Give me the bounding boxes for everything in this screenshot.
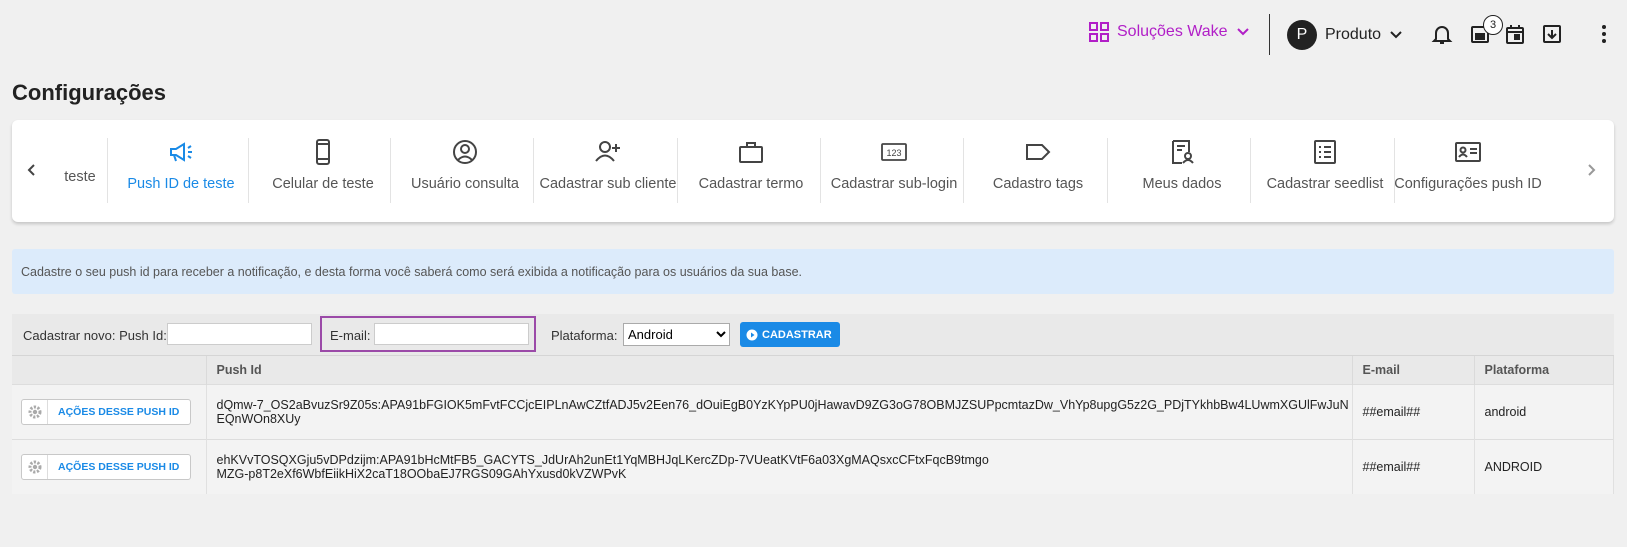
user-circle-icon	[453, 140, 477, 164]
table-row: AÇÕES DESSE PUSH ID ehKVvTOSQXGju5vDPdzi…	[12, 438, 1614, 494]
bell-icon[interactable]	[1431, 23, 1453, 45]
menu-item-label: Configurações push ID	[1394, 176, 1542, 192]
chevron-down-icon	[1236, 28, 1249, 36]
avatar: P	[1287, 20, 1317, 50]
id-card-icon	[1455, 142, 1481, 162]
svg-text:123: 123	[886, 148, 901, 158]
menu-item-meus-dados[interactable]: Meus dados	[1108, 138, 1256, 195]
menu-item-label: Push ID de teste	[127, 176, 235, 192]
email-label: E-mail:	[330, 328, 371, 343]
scroll-right-icon[interactable]	[1580, 158, 1604, 182]
menu-item-label: teste	[64, 169, 96, 185]
plataforma-select[interactable]: Android	[623, 323, 730, 346]
config-menu-card: teste Push ID de teste Celular de teste …	[12, 120, 1614, 222]
push-id-form: Cadastrar novo: Push Id: E-mail: Platafo…	[12, 314, 1614, 356]
numeric-123-icon: 123	[881, 143, 907, 161]
apps-grid-icon	[1089, 22, 1109, 42]
col-push-id-header: Push Id	[206, 356, 1353, 384]
download-icon[interactable]	[1541, 23, 1563, 45]
menu-item-label: Cadastrar sub-login	[830, 176, 958, 192]
menu-item-label: Usuário consulta	[411, 176, 519, 192]
megaphone-icon	[170, 142, 192, 162]
menu-item-cadastrar-sub-cliente[interactable]: Cadastrar sub cliente	[534, 138, 682, 195]
checklist-icon	[1314, 140, 1336, 164]
actions-label: AÇÕES DESSE PUSH ID	[58, 460, 180, 473]
briefcase-icon	[739, 142, 763, 163]
plataforma-cell: android	[1474, 383, 1614, 439]
menu-item-cadastrar-seedlist[interactable]: Cadastrar seedlist	[1251, 138, 1399, 195]
push-id-table: Push Id E-mail Plataforma AÇÕES DESSE PU…	[12, 356, 1614, 494]
menu-item-usuario-consulta[interactable]: Usuário consulta	[391, 138, 539, 195]
actions-label: AÇÕES DESSE PUSH ID	[58, 405, 180, 418]
solucoes-wake-menu[interactable]: Soluções Wake	[1089, 22, 1250, 42]
email-cell: ##email##	[1352, 383, 1475, 439]
profile-doc-icon	[1172, 140, 1194, 164]
menu-item-label: Celular de teste	[272, 176, 374, 192]
menu-item-configuracoes-push-id[interactable]: Configurações push ID	[1394, 138, 1542, 195]
email-cell: ##email##	[1352, 438, 1475, 494]
cadastrar-button[interactable]: CADASTRAR	[740, 322, 840, 347]
push-id-cell: ehKVvTOSQXGju5vDPdzijm:APA91bHcMtFB5_GAC…	[206, 438, 1353, 494]
col-actions-header	[12, 356, 207, 384]
page-title: Configurações	[12, 80, 167, 105]
menu-item-cadastrar-termo[interactable]: Cadastrar termo	[677, 138, 825, 195]
more-vert-icon[interactable]	[1593, 23, 1615, 45]
menu-item-celular-de-teste[interactable]: Celular de teste	[249, 138, 397, 195]
push-id-input[interactable]	[167, 323, 312, 345]
phone-icon	[316, 139, 330, 165]
menu-item-push-id-de-teste[interactable]: Push ID de teste	[107, 138, 255, 195]
menu-item-label: Cadastrar termo	[698, 176, 804, 192]
produto-menu[interactable]: P Produto	[1287, 20, 1403, 50]
col-email-header: E-mail	[1352, 356, 1475, 384]
push-id-actions-button[interactable]: AÇÕES DESSE PUSH ID	[21, 453, 191, 480]
plataforma-label: Plataforma:	[551, 328, 618, 343]
header-divider	[1269, 14, 1270, 55]
actions-cell: AÇÕES DESSE PUSH ID	[12, 438, 207, 494]
gear-icon	[22, 399, 48, 424]
play-circle-icon	[746, 329, 758, 340]
col-plataforma-header: Plataforma	[1474, 356, 1614, 384]
notification-badge: 3	[1483, 15, 1503, 35]
tag-icon	[1026, 144, 1051, 160]
actions-cell: AÇÕES DESSE PUSH ID	[12, 383, 207, 439]
top-bar: Soluções Wake P Produto 3	[0, 0, 1627, 66]
push-id-actions-button[interactable]: AÇÕES DESSE PUSH ID	[21, 398, 191, 425]
add-user-icon	[595, 141, 620, 162]
calendar-icon[interactable]	[1504, 23, 1526, 45]
push-id-cell: dQmw-7_OS2aBvuzSr9Z05s:APA91bFGIOK5mFvtF…	[206, 383, 1353, 439]
info-banner: Cadastre o seu push id para receber a no…	[12, 249, 1614, 294]
cadastrar-label: CADASTRAR	[762, 328, 832, 341]
push-id-label: Cadastrar novo: Push Id:	[23, 328, 167, 343]
menu-item-label: Cadastrar sub cliente	[539, 176, 677, 192]
menu-item-cadastro-tags[interactable]: Cadastro tags	[964, 138, 1112, 195]
menu-item-label: Cadastrar seedlist	[1266, 176, 1384, 192]
table-header-row: Push Id E-mail Plataforma	[12, 356, 1614, 384]
info-text: Cadastre o seu push id para receber a no…	[21, 265, 803, 279]
chevron-down-icon	[1390, 31, 1402, 39]
solucoes-label: Soluções Wake	[1117, 23, 1228, 40]
email-input[interactable]	[374, 323, 529, 345]
menu-item-cadastrar-sub-login[interactable]: 123 Cadastrar sub-login	[820, 138, 968, 195]
menu-item-label: Cadastro tags	[992, 176, 1084, 192]
plataforma-cell: ANDROID	[1474, 438, 1614, 494]
produto-label: Produto	[1325, 26, 1382, 43]
table-row: AÇÕES DESSE PUSH ID dQmw-7_OS2aBvuzSr9Z0…	[12, 383, 1614, 439]
gear-icon	[22, 454, 48, 479]
menu-item-label: Meus dados	[1142, 176, 1222, 192]
